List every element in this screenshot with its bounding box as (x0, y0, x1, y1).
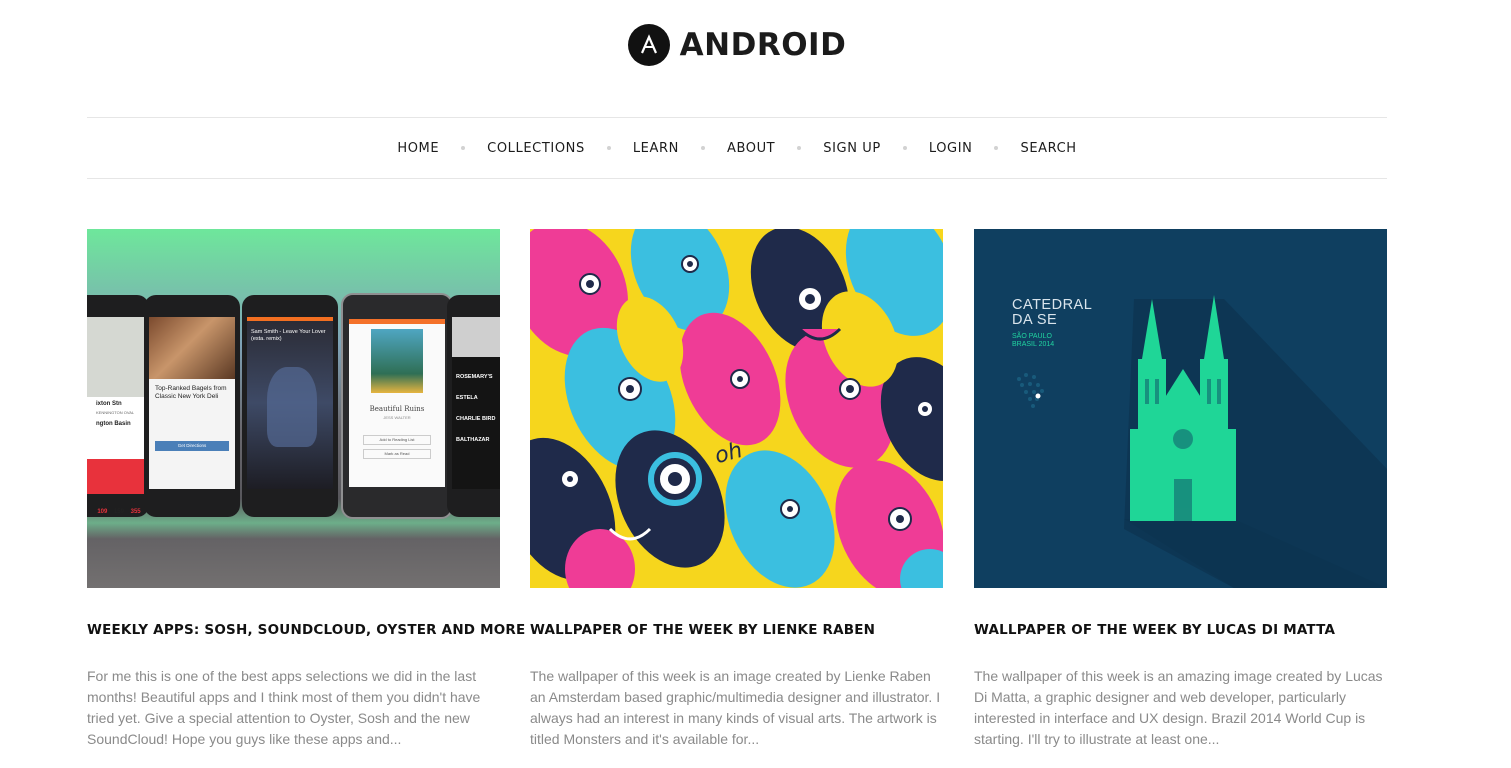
nav-separator (606, 146, 611, 150)
phone1-line: ngton Basin (96, 421, 131, 427)
post-excerpt: For me this is one of the best apps sele… (87, 668, 481, 747)
nav-search[interactable]: SEARCH (1020, 141, 1076, 156)
phone3-track-title: Sam Smith - Leave Your Lover (esta. remi… (251, 329, 326, 342)
cathedral-subheading: SÃO PAULO BRASIL 2014 (1012, 333, 1054, 349)
post-thumbnail-cathedral[interactable]: CATEDRAL DA SE SÃO PAULO BRASIL 2014 (974, 229, 1387, 588)
post-excerpt: The wallpaper of this week is an amazing… (974, 668, 1383, 747)
post-thumbnail-phones[interactable]: ixton Stn KENNINGTON OVAL ngton Basin 10… (87, 229, 500, 588)
site-name: ANDROID (679, 27, 847, 63)
phone4-mark-button: Mark as Read (363, 449, 431, 459)
post-title[interactable]: WALLPAPER OF THE WEEK BY LIENKE RABEN (530, 622, 943, 638)
phone-music: Sam Smith - Leave Your Lover (esta. remi… (242, 295, 338, 517)
cathedral-sub-line: BRASIL 2014 (1012, 341, 1055, 348)
phone2-directions-button: Get Directions (155, 441, 229, 451)
post-card-lucas-di-matta: CATEDRAL DA SE SÃO PAULO BRASIL 2014 WAL… (974, 229, 1387, 750)
nav-sign-up[interactable]: SIGN UP (823, 141, 881, 156)
nav-separator (700, 146, 705, 150)
nav-separator (797, 146, 802, 150)
site-logo[interactable]: ANDROID (0, 24, 1474, 66)
phone1-line: ixton Stn (96, 401, 122, 407)
phone4-book-author: JESS WALTER (383, 415, 411, 420)
phone1-number: 355 (130, 509, 141, 515)
cathedral-heading-line: CATEDRAL (1012, 297, 1093, 313)
cathedral-sub-line: SÃO PAULO (1012, 333, 1052, 340)
phone-restaurants: ROSEMARY'S ESTELA CHARLIE BIRD BALTHAZAR (447, 295, 500, 517)
phone5-item: BALTHAZAR (456, 437, 490, 443)
android-a-circle-icon (627, 24, 670, 66)
phone5-item: CHARLIE BIRD (456, 416, 496, 422)
phone4-add-button: Add to Reading List (363, 435, 431, 445)
phone4-book-title: Beautiful Ruins (369, 405, 425, 413)
post-thumbnail-monsters[interactable]: oh (530, 229, 943, 588)
phone5-item: ROSEMARY'S (456, 374, 493, 380)
phone1-number: 159 (113, 509, 124, 515)
post-title[interactable]: WALLPAPER OF THE WEEK BY LUCAS DI MATTA (974, 622, 1387, 638)
nav-home[interactable]: HOME (397, 141, 439, 156)
cathedral-illustration (974, 229, 1387, 588)
post-card-lienke-raben: oh WALLPAPER OF THE WEEK BY LIENKE RABEN… (530, 229, 943, 750)
post-excerpt: The wallpaper of this week is an image c… (530, 668, 941, 747)
nav-separator (902, 146, 907, 150)
phone-books: Beautiful Ruins JESS WALTER Add to Readi… (341, 293, 453, 519)
post-title[interactable]: WEEKLY APPS: SOSH, SOUNDCLOUD, OYSTER AN… (87, 622, 525, 638)
nav-about[interactable]: ABOUT (727, 141, 775, 156)
phone5-item: ESTELA (456, 395, 478, 401)
phone1-line: KENNINGTON OVAL (96, 410, 135, 415)
phone-map: ixton Stn KENNINGTON OVAL ngton Basin 10… (87, 295, 149, 517)
phone-food: Top-Ranked Bagels from Classic New York … (144, 295, 240, 517)
main-nav: HOME COLLECTIONS LEARN ABOUT SIGN UP LOG… (87, 117, 1387, 179)
cathedral-heading: CATEDRAL DA SE (1012, 298, 1092, 328)
post-card-weekly-apps: ixton Stn KENNINGTON OVAL ngton Basin 10… (87, 229, 525, 750)
nav-login[interactable]: LOGIN (929, 141, 973, 156)
nav-separator (461, 146, 466, 150)
cathedral-heading-line: DA SE (1012, 312, 1058, 328)
nav-collections[interactable]: COLLECTIONS (487, 141, 585, 156)
nav-learn[interactable]: LEARN (633, 141, 679, 156)
nav-separator (994, 146, 999, 150)
phone1-number: 109 (97, 509, 108, 515)
monsters-illustration: oh (530, 229, 943, 588)
phone2-card-title: Top-Ranked Bagels from Classic New York … (155, 385, 227, 400)
